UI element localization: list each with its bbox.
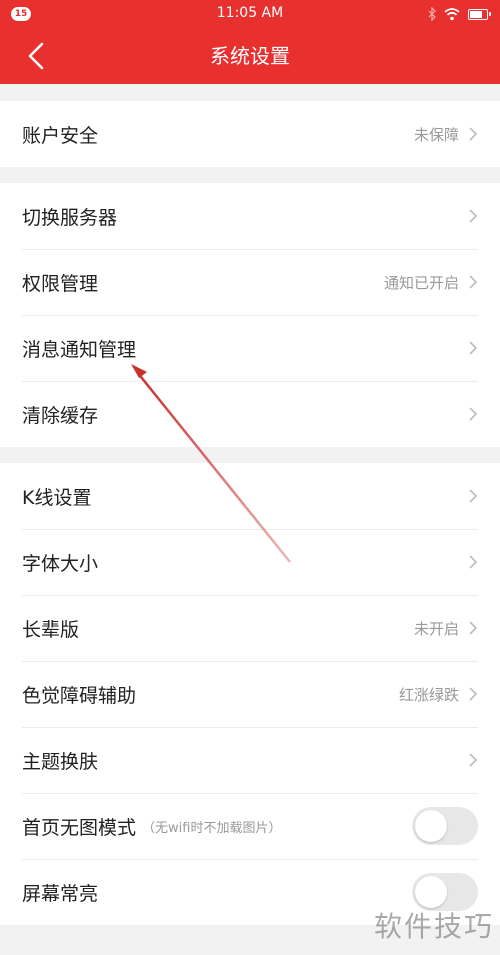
status-time: 11:05 AM: [216, 5, 284, 21]
settings-row-label: 账户安全: [22, 124, 99, 147]
toggle-knob: [415, 876, 447, 908]
settings-row-label: 屏幕常亮: [22, 882, 99, 905]
watermark: 软件技巧: [373, 910, 494, 943]
settings-row-label: 首页无图模式: [22, 816, 137, 839]
chevron-right-icon: [469, 753, 478, 767]
settings-row[interactable]: 账户安全 未保障: [0, 101, 500, 167]
chevron-right-icon: [469, 687, 478, 701]
toggle-switch[interactable]: [412, 807, 478, 845]
chevron-right-icon: [469, 127, 478, 141]
page-title: 系统设置: [210, 44, 290, 68]
battery-icon: [468, 8, 491, 20]
settings-row[interactable]: 消息通知管理: [0, 315, 500, 381]
settings-row-label: 主题换肤: [22, 750, 99, 773]
settings-row-value: 未开启: [413, 619, 459, 638]
settings-row-label: K线设置: [22, 486, 92, 509]
settings-row-label: 长辈版: [22, 618, 80, 641]
chevron-right-icon: [469, 621, 478, 635]
status-icons: [428, 6, 491, 22]
settings-row-value: 未保障: [413, 125, 459, 144]
settings-row[interactable]: 字体大小: [0, 529, 500, 595]
settings-row[interactable]: 首页无图模式 （无wifi时不加载图片）: [0, 793, 500, 859]
settings-row[interactable]: 清除缓存: [0, 381, 500, 447]
chevron-right-icon: [469, 275, 478, 289]
settings-group-general: 切换服务器权限管理 通知已开启消息通知管理 清除缓存: [0, 183, 500, 447]
settings-row-label: 清除缓存: [22, 404, 99, 427]
chevron-right-icon: [469, 489, 478, 503]
chevron-right-icon: [469, 407, 478, 421]
settings-row-hint: （无wifi时不加载图片）: [142, 820, 282, 836]
header-bar: 系统设置: [0, 28, 500, 84]
chevron-right-icon: [469, 209, 478, 223]
settings-row-value: 通知已开启: [383, 273, 459, 292]
settings-row-label: 切换服务器: [22, 206, 118, 229]
settings-row-label: 消息通知管理: [22, 338, 137, 361]
settings-group-account: 账户安全 未保障: [0, 101, 500, 167]
chevron-right-icon: [469, 555, 478, 569]
settings-row[interactable]: 色觉障碍辅助 红涨绿跌: [0, 661, 500, 727]
bluetooth-icon: [428, 7, 436, 21]
settings-row[interactable]: 切换服务器: [0, 183, 500, 249]
settings-row[interactable]: 长辈版 未开启: [0, 595, 500, 661]
settings-row-label: 权限管理: [22, 272, 99, 295]
settings-row-label: 字体大小: [22, 552, 99, 575]
battery-level: [470, 10, 483, 18]
settings-row-label: 色觉障碍辅助: [22, 684, 137, 707]
settings-row[interactable]: 主题换肤: [0, 727, 500, 793]
wifi-icon: [444, 8, 460, 21]
settings-row[interactable]: 权限管理 通知已开启: [0, 249, 500, 315]
chevron-right-icon: [469, 341, 478, 355]
settings-row[interactable]: K线设置: [0, 463, 500, 529]
settings-row-value: 红涨绿跌: [398, 685, 459, 704]
toggle-knob: [415, 810, 447, 842]
settings-group-display: K线设置字体大小长辈版 未开启色觉障碍辅助 红涨绿跌主题换肤首页无图模式 （无wifi…: [0, 463, 500, 925]
status-bar: 15 11:05 AM: [0, 0, 500, 28]
